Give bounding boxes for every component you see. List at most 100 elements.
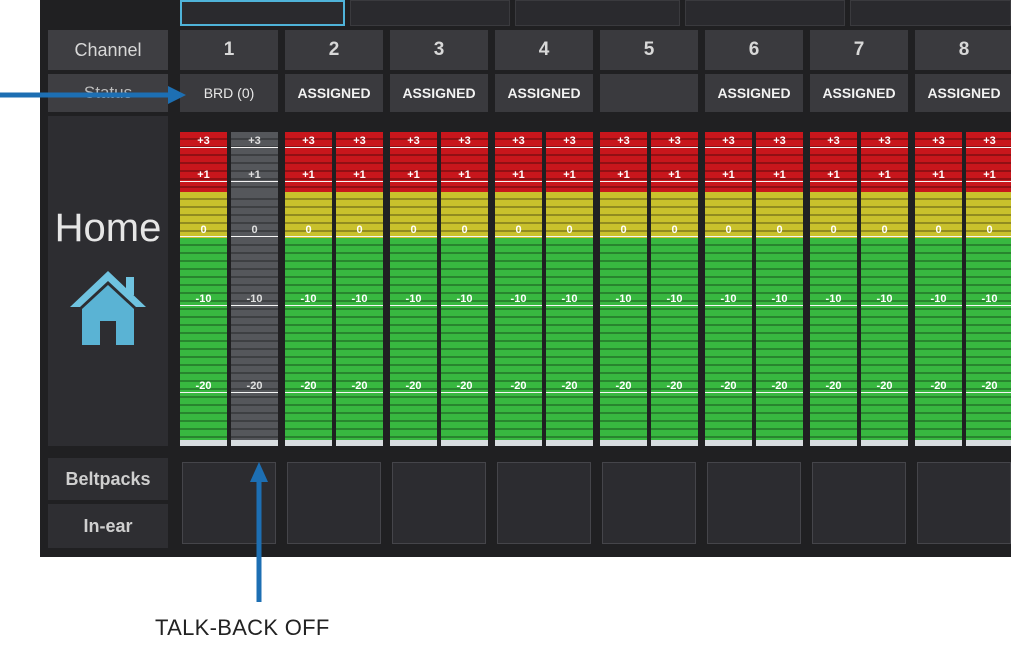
beltpack-slot[interactable] bbox=[917, 462, 1011, 544]
beltpack-slot[interactable] bbox=[497, 462, 591, 544]
beltpack-slot[interactable] bbox=[707, 462, 801, 544]
channel-status: ASSIGNED bbox=[390, 74, 488, 112]
meter-scale-mark: +1 bbox=[861, 170, 908, 182]
level-meter: +3 +1 0 -10 -20 bbox=[390, 132, 437, 448]
meter-scale-mark: +1 bbox=[546, 170, 593, 182]
house-icon bbox=[68, 269, 148, 352]
meter-scale-mark: +3 bbox=[651, 136, 698, 148]
meter-scale-mark: 0 bbox=[861, 225, 908, 237]
channel-row-label: Channel bbox=[48, 30, 168, 70]
meter-scale-mark: -10 bbox=[915, 294, 962, 306]
beltpack-slot[interactable] bbox=[287, 462, 381, 544]
meter-scale-mark: -10 bbox=[390, 294, 437, 306]
level-meter: +3 +1 0 -10 -20 bbox=[861, 132, 908, 448]
meter-scale-mark: -20 bbox=[495, 381, 542, 393]
meter-scale-mark: 0 bbox=[495, 225, 542, 237]
meter-scale-mark: +1 bbox=[600, 170, 647, 182]
meter-scale-mark: -20 bbox=[441, 381, 488, 393]
channel-status: ASSIGNED bbox=[705, 74, 803, 112]
meter-green-zone bbox=[231, 238, 278, 440]
meter-scale-mark: -20 bbox=[966, 381, 1011, 393]
channel-status: BRD (0) bbox=[180, 74, 278, 112]
meter-scale-mark: -10 bbox=[231, 294, 278, 306]
meter-scale-mark: +1 bbox=[231, 170, 278, 182]
channel-number[interactable]: 2 bbox=[285, 30, 383, 70]
channel-number[interactable]: 5 bbox=[600, 30, 698, 70]
meter-green-zone bbox=[180, 238, 227, 440]
meter-base bbox=[705, 440, 752, 446]
meter-scale-mark: -10 bbox=[285, 294, 332, 306]
home-button[interactable]: Home bbox=[48, 116, 168, 446]
meter-scale-mark: +1 bbox=[336, 170, 383, 182]
level-meter: +3 +1 0 -10 -20 bbox=[966, 132, 1011, 448]
beltpack-slot[interactable] bbox=[812, 462, 906, 544]
meter-scale-mark: -10 bbox=[756, 294, 803, 306]
meter-scale-mark: -10 bbox=[336, 294, 383, 306]
left-sidebar: Channel Status Home Beltpacks In-ear bbox=[40, 0, 170, 557]
meter-scale-mark: +3 bbox=[915, 136, 962, 148]
meter-base bbox=[810, 440, 857, 446]
level-meter: +3 +1 0 -10 -20 bbox=[810, 132, 857, 448]
meter-base bbox=[915, 440, 962, 446]
meter-scale-mark: -10 bbox=[651, 294, 698, 306]
meter-green-zone bbox=[285, 238, 332, 440]
meter-base bbox=[285, 440, 332, 446]
channel-status: ASSIGNED bbox=[285, 74, 383, 112]
level-meter: +3 +1 0 -10 -20 bbox=[336, 132, 383, 448]
meter-scale-mark: +3 bbox=[285, 136, 332, 148]
channel-number[interactable]: 8 bbox=[915, 30, 1011, 70]
top-tab[interactable] bbox=[685, 0, 845, 26]
meter-scale-mark: +1 bbox=[915, 170, 962, 182]
meter-scale-mark: +3 bbox=[756, 136, 803, 148]
channel-number[interactable]: 6 bbox=[705, 30, 803, 70]
channel-number[interactable]: 7 bbox=[810, 30, 908, 70]
meter-green-zone bbox=[441, 238, 488, 440]
level-meter: +3 +1 0 -10 -20 bbox=[705, 132, 752, 448]
meter-green-zone bbox=[495, 238, 542, 440]
meter-scale-mark: +3 bbox=[231, 136, 278, 148]
beltpacks-label[interactable]: Beltpacks bbox=[48, 458, 168, 500]
meter-scale-mark: -10 bbox=[546, 294, 593, 306]
meter-scale-mark: +1 bbox=[180, 170, 227, 182]
meter-green-zone bbox=[336, 238, 383, 440]
meter-scale-mark: +1 bbox=[810, 170, 857, 182]
channel-number[interactable]: 3 bbox=[390, 30, 488, 70]
meter-scale-mark: +3 bbox=[966, 136, 1011, 148]
meter-scale-mark: -10 bbox=[966, 294, 1011, 306]
meter-scale-mark: -20 bbox=[861, 381, 908, 393]
meter-green-zone bbox=[915, 238, 962, 440]
beltpack-slot[interactable] bbox=[182, 462, 276, 544]
meter-scale-mark: -10 bbox=[810, 294, 857, 306]
beltpack-slot[interactable] bbox=[602, 462, 696, 544]
home-label: Home bbox=[54, 206, 162, 250]
meter-green-zone bbox=[651, 238, 698, 440]
level-meter: +3 +1 0 -10 -20 bbox=[546, 132, 593, 448]
top-tab[interactable] bbox=[350, 0, 510, 26]
meter-scale-mark: -20 bbox=[336, 381, 383, 393]
inear-label[interactable]: In-ear bbox=[48, 504, 168, 548]
meter-scale-mark: +3 bbox=[861, 136, 908, 148]
top-tab[interactable] bbox=[515, 0, 680, 26]
level-meter: +3 +1 0 -10 -20 bbox=[495, 132, 542, 448]
level-meter: +3 +1 0 -10 -20 bbox=[180, 132, 227, 448]
meter-scale-mark: -20 bbox=[390, 381, 437, 393]
meter-scale-mark: -20 bbox=[651, 381, 698, 393]
top-tab[interactable] bbox=[850, 0, 1011, 26]
channel-status bbox=[600, 74, 698, 112]
meter-scale-mark: 0 bbox=[756, 225, 803, 237]
meter-scale-mark: -20 bbox=[546, 381, 593, 393]
top-tab[interactable] bbox=[180, 0, 345, 26]
meter-scale-mark: -20 bbox=[810, 381, 857, 393]
meter-scale-mark: 0 bbox=[651, 225, 698, 237]
meter-base bbox=[390, 440, 437, 446]
meter-green-zone bbox=[966, 238, 1011, 440]
meter-scale-mark: 0 bbox=[546, 225, 593, 237]
meter-scale-mark: 0 bbox=[810, 225, 857, 237]
meter-scale-mark: +3 bbox=[705, 136, 752, 148]
beltpack-slot[interactable] bbox=[392, 462, 486, 544]
meter-base bbox=[546, 440, 593, 446]
meter-scale-mark: +1 bbox=[441, 170, 488, 182]
mixer-screen: Channel Status Home Beltpacks In-ear 1 2… bbox=[40, 0, 1011, 557]
channel-number[interactable]: 1 bbox=[180, 30, 278, 70]
channel-number[interactable]: 4 bbox=[495, 30, 593, 70]
